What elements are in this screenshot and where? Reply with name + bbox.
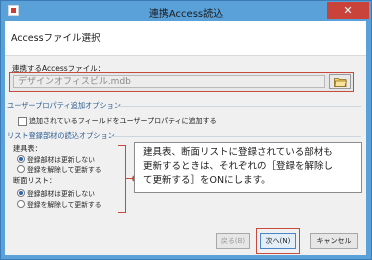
section-unregister-update-label: 登録を解除して更新する: [27, 201, 102, 209]
dialog-body: Accessファイル選択 連携するAccessファイル： デザインオフィスビル.…: [5, 21, 366, 255]
file-path-input[interactable]: デザインオフィスビル.mdb: [13, 75, 325, 88]
callout-line: て更新する］をONにします。: [143, 175, 271, 186]
close-button[interactable]: ✕: [327, 2, 369, 19]
back-button[interactable]: 戻る(B): [216, 233, 250, 249]
callout-line: 更新するときは、それぞれの［登録を解除し: [143, 161, 334, 172]
add-user-property-label: 追加されているフィールドをユーザープロパティに追加する: [29, 117, 217, 125]
next-button[interactable]: 次へ(N): [260, 233, 296, 249]
door-no-update-radio[interactable]: [17, 155, 25, 163]
door-unregister-update-label: 登録を解除して更新する: [27, 166, 102, 174]
list-options-section-title: リスト登録部材の読込オプション: [7, 131, 115, 140]
section-divider: [109, 136, 361, 137]
section-no-update-radio[interactable]: [17, 189, 25, 197]
window-title: 連携Access読込: [148, 9, 224, 20]
browse-button[interactable]: [329, 74, 351, 89]
annotation-callout: 建具表、断面リストに登録されている部材も 更新するときは、それぞれの［登録を解除…: [134, 142, 362, 193]
callout-line: 建具表、断面リストに登録されている部材も: [143, 147, 333, 158]
user-property-section-title: ユーザープロパティ追加オプション: [7, 101, 121, 110]
header-band: Accessファイル選択: [5, 21, 366, 56]
dialog-heading: Accessファイル選択: [11, 33, 101, 44]
annotation-bracket: [118, 145, 126, 213]
section-list-group-title: 断面リスト：: [13, 176, 57, 185]
cancel-button[interactable]: キャンセル: [310, 233, 358, 249]
add-user-property-checkbox[interactable]: [18, 117, 27, 126]
door-unregister-update-radio[interactable]: [17, 165, 25, 173]
section-no-update-label: 登録部材は更新しない: [27, 190, 95, 198]
folder-open-icon: [334, 78, 347, 87]
door-schedule-group-title: 建具表：: [13, 144, 42, 153]
section-divider: [117, 106, 361, 107]
section-unregister-update-radio[interactable]: [17, 200, 25, 208]
file-selection-highlight: デザインオフィスビル.mdb: [9, 72, 354, 92]
door-no-update-label: 登録部材は更新しない: [27, 156, 95, 164]
title-bar[interactable]: 連携Access読込 ✕: [1, 1, 371, 21]
